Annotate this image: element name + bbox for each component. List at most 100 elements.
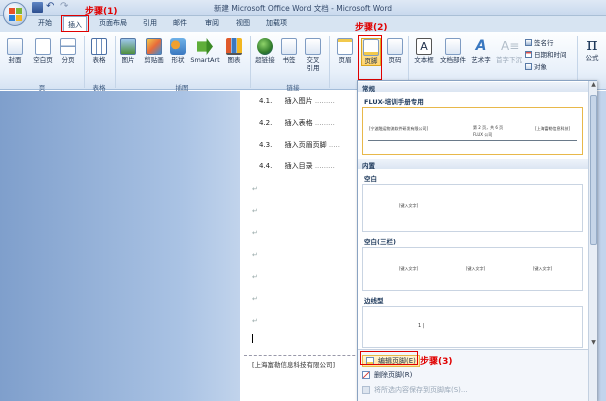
- hyperlink-icon: [257, 38, 273, 55]
- page-number-label: 页码: [388, 56, 402, 64]
- wordart-button[interactable]: A 艺术字: [469, 38, 493, 64]
- textbox-label: 文本框: [414, 56, 434, 64]
- bookmark-button[interactable]: 书签: [279, 38, 299, 64]
- tab-view[interactable]: 视图: [236, 18, 250, 28]
- flux-thumb-mid2: FLUX 公司: [473, 132, 493, 137]
- tab-addins[interactable]: 加载项: [266, 18, 287, 28]
- save-to-footer-gallery-menu-item[interactable]: 将所选内容保存到页脚库(S)...: [362, 385, 468, 395]
- quick-parts-button[interactable]: 文档部件: [439, 38, 467, 64]
- toc-number: 4.1.: [259, 97, 273, 105]
- table-icon: [91, 38, 107, 55]
- save-to-gallery-label: 将所选内容保存到页脚库(S)...: [374, 386, 468, 394]
- step2-highlight: [358, 35, 382, 80]
- document-footer-text[interactable]: [上海富勒信息科技有限公司]: [252, 359, 336, 369]
- page-break-icon: [60, 38, 76, 55]
- signature-line-button[interactable]: 签名行: [525, 37, 554, 47]
- paragraph-mark-icon: ↵: [252, 317, 258, 325]
- paragraph-mark-icon: ↵: [252, 229, 258, 237]
- signature-icon: [525, 38, 532, 46]
- blank3-thumb-text-left: [键入文字]: [399, 266, 419, 271]
- object-label: 对象: [534, 63, 547, 71]
- scroll-down-icon[interactable]: ▼: [589, 339, 598, 348]
- table-label: 表格: [92, 56, 106, 64]
- flux-thumb-left: [宁波融运物流软件研发有限公司]: [369, 126, 429, 131]
- cover-page-icon: [7, 38, 23, 55]
- office-button[interactable]: [3, 2, 27, 26]
- quick-parts-icon: [445, 38, 461, 55]
- tab-mailings[interactable]: 邮件: [173, 18, 187, 28]
- scroll-up-icon[interactable]: ▲: [589, 81, 598, 90]
- quick-parts-label: 文档部件: [440, 56, 466, 64]
- page-number-button[interactable]: 页码: [385, 38, 405, 64]
- cross-reference-icon: [305, 38, 321, 55]
- blank-page-button[interactable]: 空白页: [30, 38, 56, 64]
- shapes-button[interactable]: 形状: [168, 38, 188, 64]
- gallery-item-blank-three-column[interactable]: [键入文字] [键入文字] [键入文字]: [362, 247, 583, 291]
- drop-cap-icon: A≡: [501, 39, 520, 53]
- office-logo-icon: [9, 8, 22, 21]
- header-label: 页眉: [338, 56, 352, 64]
- thumb-rule: [368, 140, 577, 141]
- clipart-icon: [146, 38, 162, 55]
- gallery-item-flux[interactable]: [宁波融运物流软件研发有限公司] 第 2 页，共 6 页 FLUX 公司 [上海…: [362, 107, 583, 155]
- shapes-label: 形状: [171, 56, 185, 64]
- gallery-blank-title: 空白: [364, 175, 377, 183]
- paragraph-mark-icon: ↵: [252, 295, 258, 303]
- page-break-button[interactable]: 分页: [58, 38, 78, 64]
- toc-number: 4.3.: [259, 141, 273, 149]
- picture-button[interactable]: 图片: [119, 38, 137, 64]
- cover-page-button[interactable]: 封面: [6, 38, 24, 64]
- toc-text: 插入页眉页脚: [284, 141, 327, 149]
- chart-button[interactable]: 图表: [224, 38, 244, 64]
- hyperlink-button[interactable]: 超链接: [254, 38, 276, 64]
- picture-label: 图片: [121, 56, 135, 64]
- ribbon-separator: [115, 36, 116, 88]
- step1-label: 步骤(1): [85, 7, 118, 17]
- blank-thumb-text: [键入文字]: [399, 203, 419, 208]
- date-time-button[interactable]: 日期和时间: [525, 49, 567, 59]
- remove-footer-label: 删除页脚(R): [374, 371, 413, 379]
- smartart-button[interactable]: SmartArt: [190, 38, 220, 64]
- bookmark-label: 书签: [282, 56, 296, 64]
- text-cursor: [252, 334, 253, 343]
- scrollbar-thumb[interactable]: [590, 95, 597, 245]
- cover-page-label: 封面: [8, 56, 22, 64]
- clipart-label: 剪贴画: [144, 56, 164, 64]
- toc-text: 插入目录: [284, 162, 313, 170]
- gallery-scrollbar[interactable]: ▲ ▼: [588, 81, 597, 401]
- textbox-icon: A: [416, 38, 432, 55]
- chart-label: 图表: [227, 56, 241, 64]
- wordart-icon: A: [475, 38, 487, 54]
- toc-entry[interactable]: 4.4. 插入目录 .........: [259, 161, 335, 171]
- flux-thumb-right: [上海富勒信息科技]: [535, 126, 571, 131]
- gallery-item-blank[interactable]: [键入文字]: [362, 184, 583, 232]
- table-button[interactable]: 表格: [89, 38, 109, 64]
- gallery-item-border[interactable]: 1 |: [362, 306, 583, 348]
- textbox-button[interactable]: A 文本框: [412, 38, 436, 64]
- smartart-label: SmartArt: [190, 56, 220, 64]
- toc-entry[interactable]: 4.3. 插入页眉页脚 .....: [259, 140, 340, 150]
- pi-icon: π: [586, 35, 598, 55]
- header-button[interactable]: 页眉: [335, 38, 355, 64]
- remove-footer-menu-item[interactable]: 删除页脚(R): [362, 370, 412, 380]
- toc-entry[interactable]: 4.2. 插入表格 .........: [259, 118, 335, 128]
- chart-icon: [226, 38, 242, 55]
- tab-references[interactable]: 引用: [143, 18, 157, 28]
- tab-page-layout[interactable]: 页面布局: [99, 18, 127, 28]
- clipart-button[interactable]: 剪贴画: [141, 38, 167, 64]
- calendar-icon: [525, 50, 532, 58]
- cross-reference-button[interactable]: 交叉 引用: [302, 38, 324, 72]
- tab-review[interactable]: 审阅: [205, 18, 219, 28]
- drop-cap-button[interactable]: A≡ 首字下沉: [495, 38, 523, 64]
- ribbon-separator: [250, 36, 251, 88]
- equation-label: 公式: [585, 54, 599, 62]
- equation-button[interactable]: π 公式: [581, 36, 603, 62]
- toc-entry[interactable]: 4.1. 插入图片 .........: [259, 96, 335, 106]
- footer-boundary: [244, 355, 370, 356]
- blank3-thumb-text-mid: [键入文字]: [466, 266, 486, 271]
- tab-home[interactable]: 开始: [38, 18, 52, 28]
- cross-reference-label-2: 引用: [306, 64, 320, 72]
- gallery-border-title: 边线型: [364, 297, 384, 305]
- object-button[interactable]: 对象: [525, 61, 547, 71]
- wordart-label: 艺术字: [471, 56, 491, 64]
